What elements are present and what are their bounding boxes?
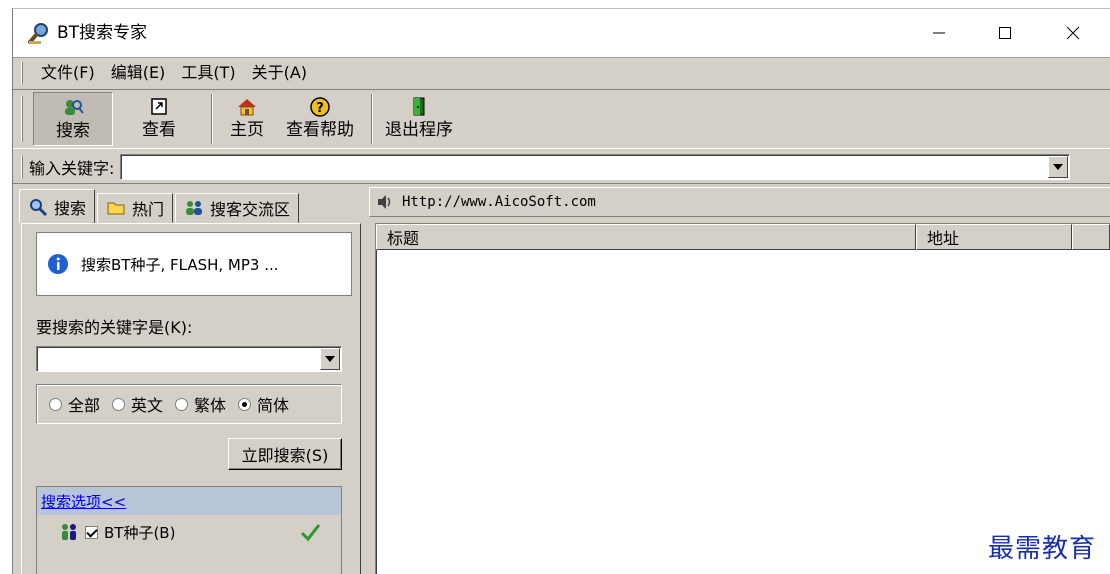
language-radio-group: 全部 英文 繁体 简体: [36, 384, 342, 424]
exit-door-icon: [413, 97, 425, 116]
radio-traditional[interactable]: 繁体: [175, 392, 226, 416]
toolbar-separator: [211, 94, 213, 144]
search-keyword-combo[interactable]: [36, 346, 342, 372]
speaker-icon: [378, 195, 391, 209]
radio-english-label: 英文: [131, 396, 164, 415]
app-window: BT搜索专家 文件(F) 编辑(E) 工具(T) 关于(A) 搜索 查看 主页 …: [12, 8, 1110, 574]
keyword-bar-grip: [21, 155, 23, 178]
radio-circle: [175, 397, 189, 411]
radio-all[interactable]: 全部: [49, 392, 100, 416]
keyword-combo[interactable]: [120, 153, 1071, 180]
search-options-toggle-link[interactable]: 搜索选项<<: [41, 491, 126, 512]
tab-hot[interactable]: 热门: [97, 193, 174, 223]
results-header: 标题 地址: [376, 224, 1110, 250]
keyword-bar: 输入关键字:: [13, 150, 1110, 184]
watermark-text: 最需教育: [988, 534, 1097, 564]
radio-english[interactable]: 英文: [112, 392, 163, 416]
tab-search[interactable]: 搜索: [19, 189, 96, 223]
column-header-address[interactable]: 地址: [916, 224, 1072, 250]
toolbar-exit-button[interactable]: 退出程序: [379, 90, 459, 148]
view-icon: [151, 98, 167, 115]
maximize-button[interactable]: [975, 9, 1035, 57]
search-options-box: 搜索选项<< BT种子(B): [36, 486, 342, 574]
radio-circle-selected: [238, 397, 252, 411]
toolbar-help-label: 查看帮助: [286, 120, 354, 140]
toolbar-grip: [21, 96, 23, 142]
menu-edit[interactable]: 编辑(E): [103, 62, 174, 84]
toolbar-view-label: 查看: [142, 120, 176, 140]
keyword-label: 输入关键字:: [29, 158, 115, 178]
close-button[interactable]: [1043, 9, 1103, 57]
radio-simplified-label: 简体: [257, 396, 290, 415]
keyword-prompt-label: 要搜索的关键字是(K):: [36, 318, 193, 337]
radio-all-label: 全部: [68, 396, 101, 415]
svg-text:?: ?: [316, 101, 324, 116]
column-header-empty: [1072, 224, 1110, 250]
bt-users-icon: [62, 524, 76, 540]
keyword-input[interactable]: [121, 154, 1046, 177]
green-check-icon: [300, 524, 321, 542]
toolbar-exit-label: 退出程序: [385, 120, 453, 140]
toolbar-home-button[interactable]: 主页: [219, 90, 275, 148]
chevron-down-icon: [1053, 163, 1064, 170]
search-people-icon: [65, 100, 84, 115]
left-tabs: 搜索 热门 搜客交流区: [19, 187, 359, 223]
toolbar-separator: [371, 94, 373, 144]
radio-circle: [112, 397, 126, 411]
results-list[interactable]: 标题 地址: [375, 223, 1110, 574]
search-now-button[interactable]: 立即搜索(S): [228, 438, 342, 470]
search-keyword-input[interactable]: [37, 347, 317, 369]
magnifier-app-icon: [28, 23, 48, 44]
column-header-title[interactable]: 标题: [376, 224, 916, 250]
bt-torrent-checkbox[interactable]: [85, 525, 98, 539]
radio-traditional-label: 繁体: [194, 396, 227, 415]
menu-file[interactable]: 文件(F): [33, 62, 103, 84]
title-bar: BT搜索专家: [13, 9, 1110, 57]
info-box: 搜索BT种子, FLASH, MP3 ...: [36, 232, 352, 296]
users-icon: [186, 201, 203, 215]
maximize-icon: [999, 27, 1011, 39]
tab-hot-label: 热门: [132, 200, 165, 219]
menu-tools[interactable]: 工具(T): [173, 62, 243, 84]
toolbar-view-button[interactable]: 查看: [113, 90, 205, 148]
info-text: 搜索BT种子, FLASH, MP3 ...: [81, 255, 279, 274]
info-icon: [48, 254, 68, 274]
menu-bar: 文件(F) 编辑(E) 工具(T) 关于(A): [13, 57, 1110, 87]
search-panel: 搜索BT种子, FLASH, MP3 ... 要搜索的关键字是(K): 全部 英…: [21, 223, 361, 574]
folder-icon: [107, 202, 125, 215]
radio-circle: [49, 397, 62, 411]
option-bt-torrent: BT种子(B): [37, 515, 341, 549]
menu-grip: [21, 61, 23, 84]
menu-about[interactable]: 关于(A): [244, 62, 315, 84]
tab-community[interactable]: 搜客交流区: [175, 193, 300, 223]
window-title: BT搜索专家: [57, 23, 148, 43]
radio-simplified[interactable]: 简体: [238, 392, 289, 416]
toolbar-search-label: 搜索: [56, 121, 90, 141]
toolbar-help-button[interactable]: ? 查看帮助: [275, 90, 365, 148]
magnifier-icon: [30, 198, 48, 216]
search-options-header: 搜索选项<<: [37, 487, 341, 515]
toolbar-home-label: 主页: [230, 120, 264, 140]
tab-community-label: 搜客交流区: [210, 200, 291, 219]
minimize-button[interactable]: [909, 9, 969, 57]
home-icon: [238, 99, 256, 116]
url-bar: Http://www.AicoSoft.com: [369, 187, 1110, 217]
chevron-down-icon: [325, 356, 335, 362]
bt-torrent-label: BT种子(B): [104, 523, 176, 542]
search-keyword-dropdown-button[interactable]: [320, 348, 340, 370]
close-icon: [1066, 26, 1080, 40]
toolbar-search-button[interactable]: 搜索: [33, 92, 113, 146]
url-text[interactable]: Http://www.AicoSoft.com: [402, 194, 596, 210]
toolbar: 搜索 查看 主页 ? 查看帮助 退出程序: [13, 89, 1110, 149]
help-icon: ?: [310, 97, 330, 117]
keyword-dropdown-button[interactable]: [1048, 155, 1069, 178]
minimize-icon: [933, 32, 945, 34]
tab-search-label: 搜索: [54, 198, 87, 218]
